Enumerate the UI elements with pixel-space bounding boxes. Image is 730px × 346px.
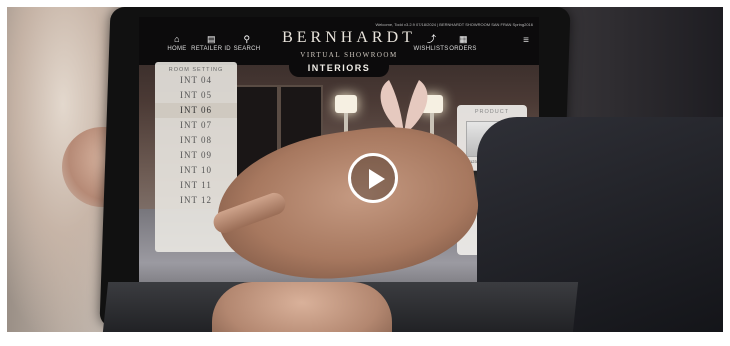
wishlist-icon: ⤴ <box>427 34 437 44</box>
welcome-text: Welcome, Todd v3.2.9 07/18/2024 | BERNHA… <box>375 22 533 27</box>
room-item[interactable]: INT 09 <box>155 148 237 163</box>
lamp-shade <box>335 95 357 113</box>
room-item[interactable]: INT 04 <box>155 73 237 88</box>
room-item[interactable]: INT 05 <box>155 88 237 103</box>
nav-retailer-id[interactable]: ▤ RETAILER ID <box>191 34 231 53</box>
room-item[interactable]: INT 08 <box>155 133 237 148</box>
play-icon <box>369 169 385 189</box>
room-item-selected[interactable]: INT 06 <box>155 103 237 118</box>
nav-retailer-label: RETAILER ID <box>191 46 231 52</box>
app-topbar: Welcome, Todd v3.2.9 07/18/2024 | BERNHA… <box>139 17 539 65</box>
room-setting-header: ROOM SETTING <box>168 67 224 73</box>
menu-icon[interactable]: ≡ <box>523 35 529 46</box>
nav-orders-label: ORDERS <box>449 46 477 52</box>
nav-orders[interactable]: ▦ ORDERS <box>443 34 483 53</box>
product-panel-header: PRODUCT <box>474 109 510 115</box>
lower-hand <box>212 282 392 332</box>
id-card-icon: ▤ <box>207 34 216 44</box>
brand-subtitle: VIRTUAL SHOWROOM <box>300 51 398 59</box>
nav-home-label: HOME <box>167 46 187 52</box>
play-button[interactable] <box>348 153 398 203</box>
orders-icon: ▦ <box>459 34 468 44</box>
home-icon: ⌂ <box>174 34 180 44</box>
room-item[interactable]: INT 07 <box>155 118 237 133</box>
video-frame: Welcome, Todd v3.2.9 07/18/2024 | BERNHA… <box>7 7 723 332</box>
search-icon: ⚲ <box>243 34 251 44</box>
nav-search-label: SEARCH <box>233 46 261 52</box>
room-item[interactable]: INT 10 <box>155 163 237 178</box>
